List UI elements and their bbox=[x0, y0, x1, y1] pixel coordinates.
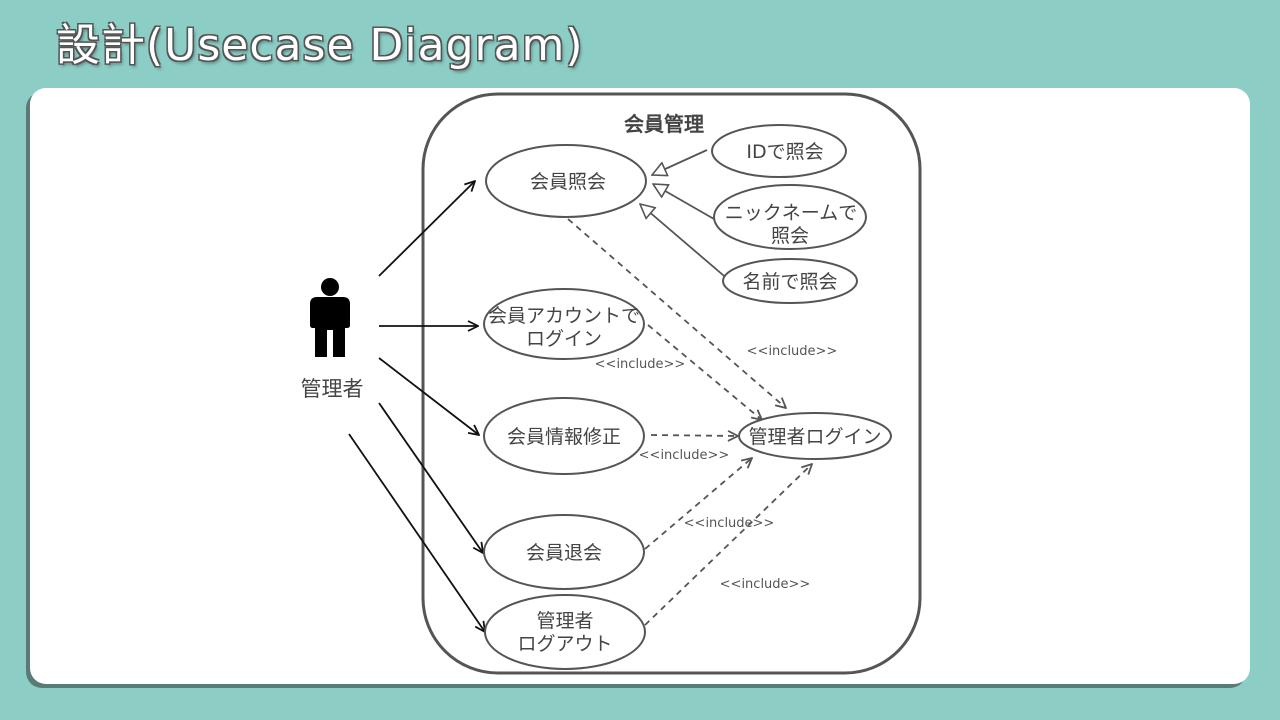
usecase-lookup-by-nickname-label-2: 照会 bbox=[771, 225, 809, 247]
generalization-nickname bbox=[653, 184, 715, 220]
system-boundary-label: 会員管理 bbox=[624, 112, 704, 136]
include-info-edit bbox=[650, 435, 738, 436]
usecase-member-account-login-label-2: ログイン bbox=[526, 328, 602, 350]
generalization-id bbox=[652, 149, 708, 175]
include-label: <<include>> bbox=[747, 344, 838, 359]
usecase-admin-logout-label-1: 管理者 bbox=[536, 610, 593, 632]
assoc-logout bbox=[348, 433, 485, 632]
actor-label: 管理者 bbox=[301, 377, 364, 401]
include-logout bbox=[644, 464, 812, 626]
include-label: <<include>> bbox=[595, 357, 686, 372]
assoc-member-lookup bbox=[378, 181, 475, 277]
usecase-member-withdraw-label: 会員退会 bbox=[526, 542, 602, 564]
usecase-lookup-by-name-label: 名前で照会 bbox=[742, 271, 837, 293]
actor-figure bbox=[310, 278, 350, 357]
include-withdraw bbox=[644, 458, 752, 550]
include-label: <<include>> bbox=[720, 577, 811, 592]
usecase-member-info-edit-label: 会員情報修正 bbox=[507, 426, 621, 448]
usecase-diagram: 会員管理 管理者 会員照会 IDで照会 ニックネームで 照会 名前で照会 会員ア… bbox=[301, 92, 922, 675]
usecase-admin-login-label: 管理者ログイン bbox=[748, 426, 881, 448]
include-label: <<include>> bbox=[684, 516, 775, 531]
usecase-admin-logout-label-2: ログアウト bbox=[517, 633, 612, 655]
include-label: <<include>> bbox=[639, 448, 730, 463]
usecase-member-account-login-label-1: 会員アカウントで bbox=[488, 305, 640, 327]
usecase-admin-logout bbox=[484, 594, 646, 670]
usecase-lookup-by-id-label: IDで照会 bbox=[746, 141, 823, 163]
usecase-member-lookup-label: 会員照会 bbox=[530, 171, 606, 193]
usecase-lookup-by-nickname-label-1: ニックネームで bbox=[725, 202, 857, 224]
